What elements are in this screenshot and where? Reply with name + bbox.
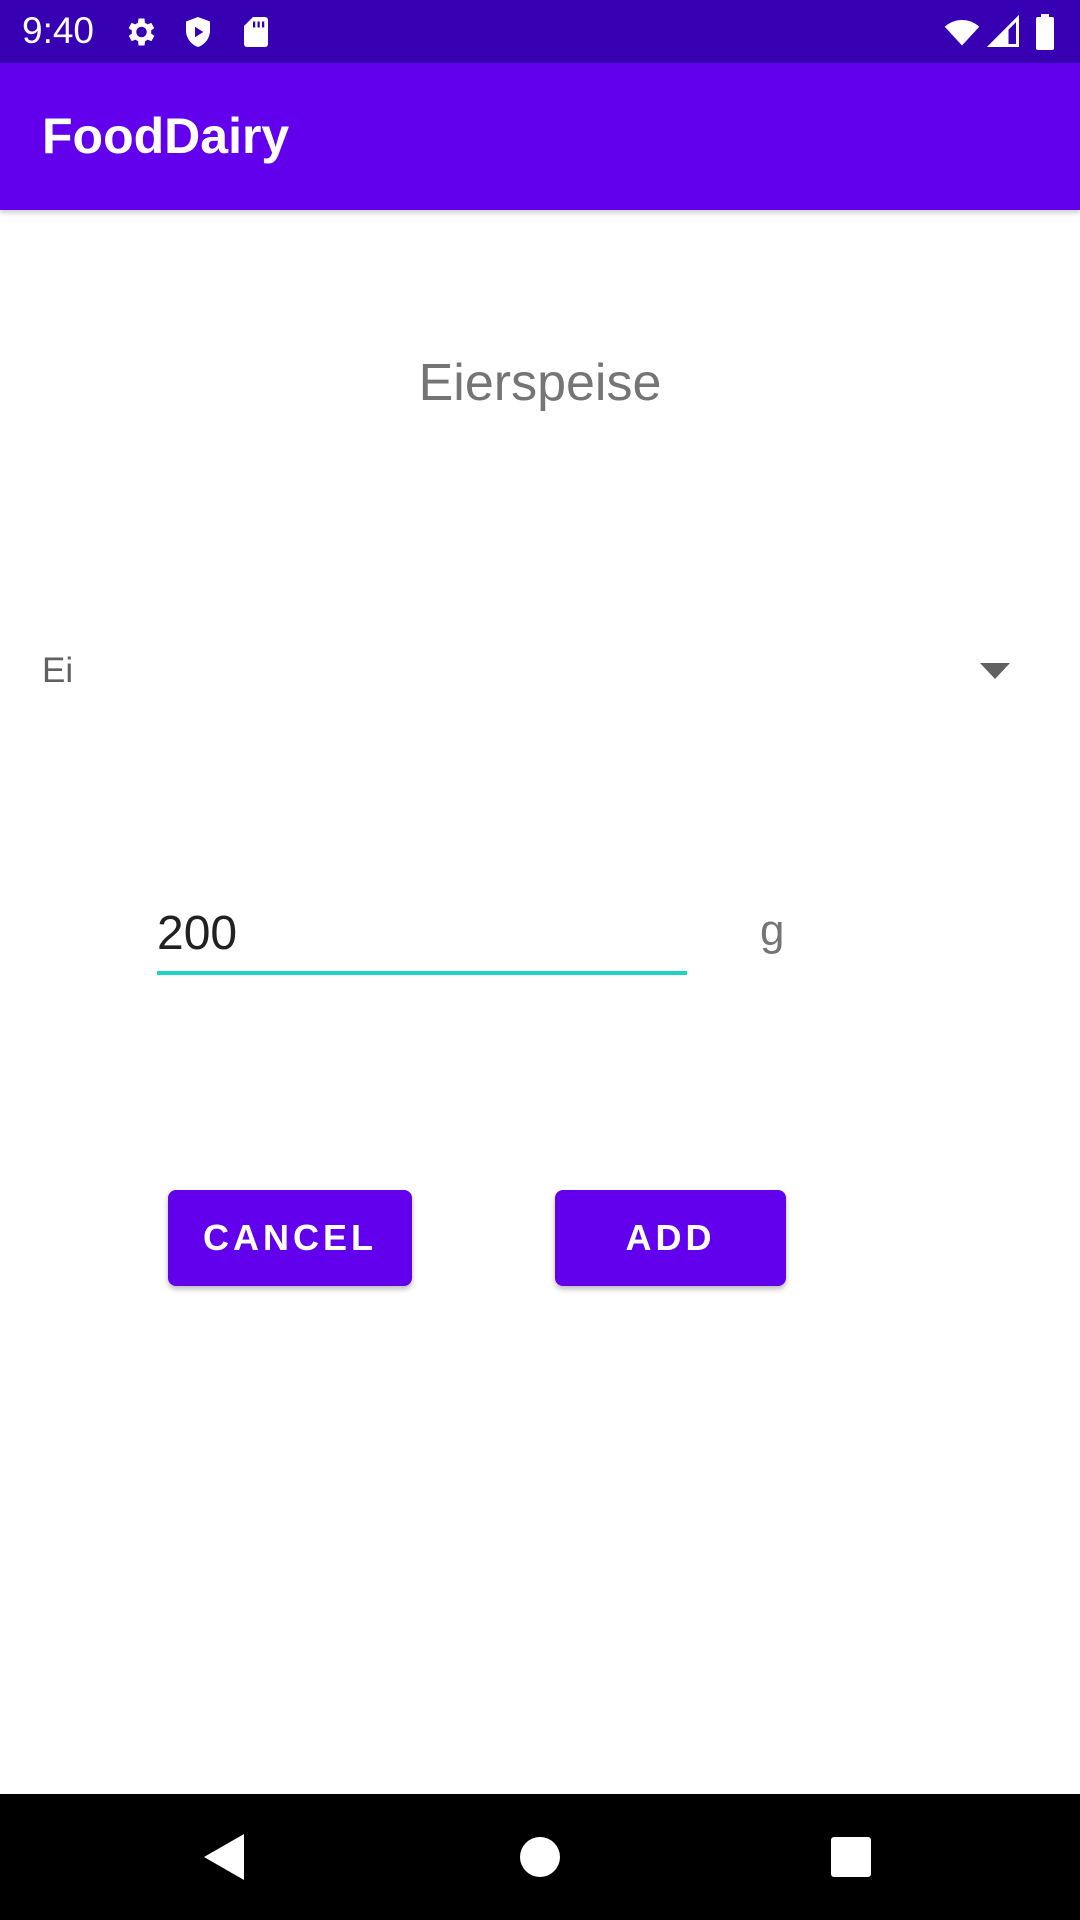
add-button[interactable]: ADD <box>555 1190 786 1286</box>
navigation-bar <box>0 1794 1080 1920</box>
cancel-button[interactable]: CANCEL <box>168 1190 412 1286</box>
app-bar: FoodDairy <box>0 63 1080 210</box>
wifi-icon <box>944 14 980 50</box>
ingredient-spinner-value: Ei <box>42 651 74 690</box>
ingredient-spinner[interactable]: Ei <box>42 640 1026 702</box>
status-time: 9:40 <box>22 10 95 51</box>
status-bar: 9:40 <box>0 0 1080 63</box>
dropdown-arrow-icon <box>980 663 1010 679</box>
gear-icon <box>122 14 158 50</box>
amount-input[interactable] <box>157 895 687 975</box>
back-icon[interactable] <box>190 1822 260 1892</box>
home-icon[interactable] <box>505 1822 575 1892</box>
signal-icon <box>986 14 1022 50</box>
battery-icon <box>1030 14 1060 50</box>
shield-icon <box>180 14 216 50</box>
app-title: FoodDairy <box>42 108 290 164</box>
recipe-title: Eierspeise <box>418 354 662 412</box>
unit-label: g <box>760 906 785 955</box>
recents-icon[interactable] <box>816 1822 886 1892</box>
sd-card-icon <box>238 14 274 50</box>
